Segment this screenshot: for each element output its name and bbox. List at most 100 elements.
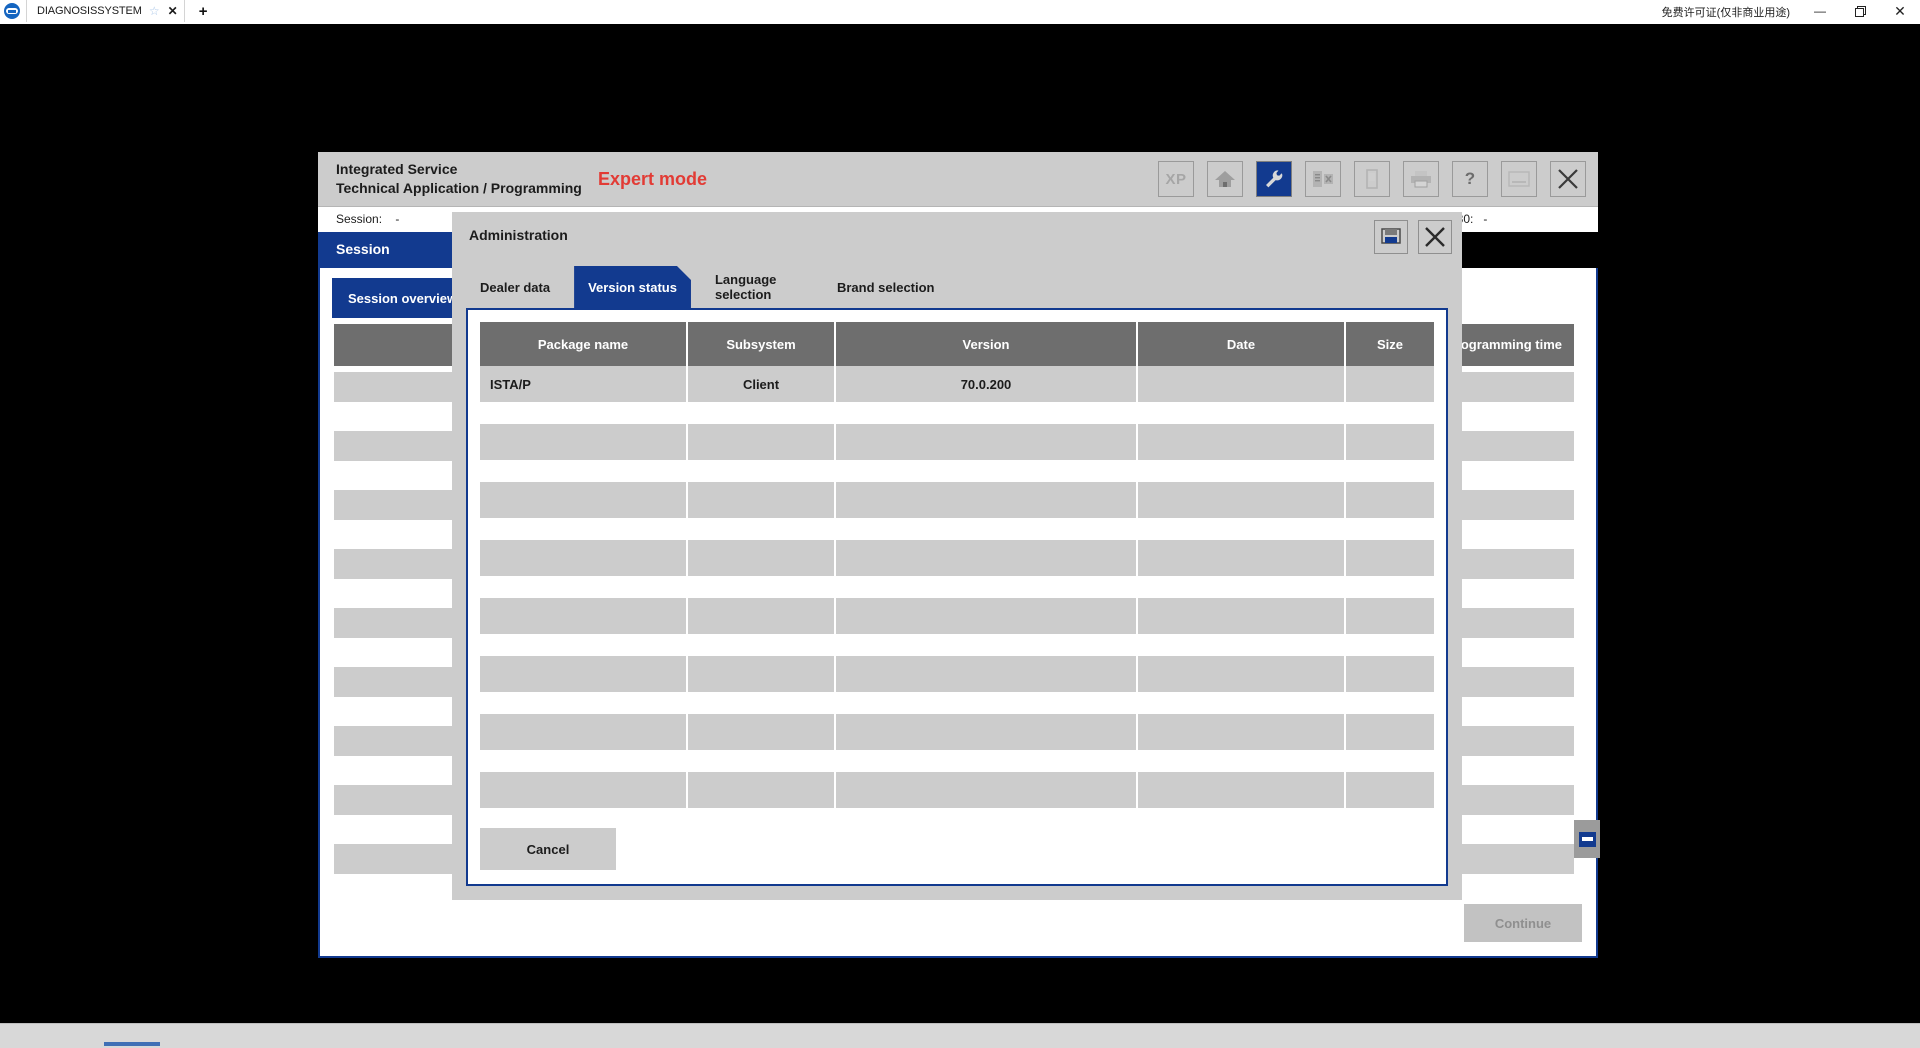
- cell-version: [836, 772, 1138, 808]
- application-title-block: Integrated Service Technical Application…: [336, 160, 582, 198]
- column-header-subsystem: Subsystem: [688, 322, 836, 366]
- settings-button[interactable]: [1256, 161, 1292, 197]
- cell-date: [1138, 540, 1346, 576]
- cell-date: [1138, 424, 1346, 460]
- tab-brand-selection[interactable]: Brand selection: [823, 266, 949, 310]
- cell-package-name: [480, 656, 688, 692]
- cell-version: [836, 482, 1138, 518]
- cell-package-name: [480, 424, 688, 460]
- table-row[interactable]: [480, 772, 1434, 808]
- close-icon[interactable]: ✕: [168, 5, 178, 17]
- cancel-button-label: Cancel: [527, 842, 570, 857]
- application-title-line2: Technical Application / Programming: [336, 179, 582, 198]
- cell-subsystem: [688, 598, 836, 634]
- taskbar-active-item[interactable]: [104, 1042, 160, 1046]
- cell-subsystem: [688, 424, 836, 460]
- table-row[interactable]: ISTA/P Client 70.0.200: [480, 366, 1434, 402]
- table-row[interactable]: [480, 714, 1434, 750]
- cell-date: [1138, 598, 1346, 634]
- table-row-gap: [480, 460, 1434, 482]
- tab-dealer-data[interactable]: Dealer data: [466, 266, 564, 310]
- tab-session-overview-label: Session overview: [348, 291, 457, 306]
- cell-date: [1138, 656, 1346, 692]
- device-button[interactable]: [1354, 161, 1390, 197]
- table-row[interactable]: [480, 540, 1434, 576]
- cell-subsystem: Client: [688, 366, 836, 402]
- document-close-button[interactable]: [1305, 161, 1341, 197]
- xp-label: XP: [1165, 171, 1186, 188]
- cell-size: [1346, 424, 1434, 460]
- browser-tab-label: DIAGNOSISSYSTEM: [37, 5, 142, 17]
- cell-subsystem: [688, 772, 836, 808]
- cell-date: [1138, 772, 1346, 808]
- continue-button-label: Continue: [1495, 916, 1551, 931]
- close-icon: [1424, 226, 1446, 248]
- table-row-gap: [480, 402, 1434, 424]
- continue-button[interactable]: Continue: [1464, 904, 1582, 942]
- session-field-label: Session:: [336, 212, 382, 226]
- browser-chrome: DIAGNOSISSYSTEM ☆ ✕ + 免费许可证(仅非商业用途) — ✕: [0, 0, 1920, 23]
- cell-package-name: [480, 598, 688, 634]
- cell-date: [1138, 366, 1346, 402]
- version-table-header: Package name Subsystem Version Date Size: [480, 322, 1434, 366]
- cell-subsystem: [688, 714, 836, 750]
- new-tab-button[interactable]: +: [193, 4, 214, 19]
- desktop-background: Integrated Service Technical Application…: [0, 24, 1920, 1024]
- cell-package-name: [480, 540, 688, 576]
- printer-icon: [1410, 170, 1432, 188]
- column-header-package-name: Package name: [480, 322, 688, 366]
- cell-size: [1346, 482, 1434, 518]
- cell-package-name: [480, 772, 688, 808]
- dialog-body: Package name Subsystem Version Date Size…: [466, 308, 1448, 886]
- browser-tab-strip: DIAGNOSISSYSTEM ☆ ✕ +: [26, 0, 213, 22]
- cell-size: [1346, 656, 1434, 692]
- column-header-version: Version: [836, 322, 1138, 366]
- window-maximize-button[interactable]: [1840, 0, 1880, 22]
- application-toolbar: XP: [1158, 161, 1586, 197]
- star-icon[interactable]: ☆: [149, 5, 160, 17]
- maximize-icon: [1855, 6, 1866, 17]
- table-row[interactable]: [480, 424, 1434, 460]
- browser-tab-diagnosissystem[interactable]: DIAGNOSISSYSTEM ☆ ✕: [26, 0, 185, 22]
- dialog-tabs: Dealer data Version status Language sele…: [466, 264, 949, 310]
- cell-date: [1138, 482, 1346, 518]
- tab-brand-selection-label: Brand selection: [837, 281, 935, 296]
- administration-dialog: Administration Dealer data: [452, 212, 1462, 900]
- close-window-button[interactable]: [1550, 161, 1586, 197]
- table-row[interactable]: [480, 482, 1434, 518]
- cell-package-name: ISTA/P: [480, 366, 688, 402]
- help-button[interactable]: ?: [1452, 161, 1488, 197]
- table-row-gap: [480, 750, 1434, 772]
- print-button[interactable]: [1403, 161, 1439, 197]
- home-icon: [1214, 169, 1236, 189]
- cell-version: [836, 424, 1138, 460]
- minimize-window-button[interactable]: [1501, 161, 1537, 197]
- window-minimize-button[interactable]: —: [1800, 0, 1840, 22]
- side-flyout-handle[interactable]: [1574, 820, 1600, 858]
- home-button[interactable]: [1207, 161, 1243, 197]
- table-row[interactable]: [480, 656, 1434, 692]
- flyout-icon: [1579, 832, 1596, 847]
- dialog-close-button[interactable]: [1418, 220, 1452, 254]
- session-field: Session: -: [336, 212, 399, 226]
- wrench-icon: [1263, 168, 1285, 190]
- table-row-gap: [480, 518, 1434, 540]
- section-title: Session: [336, 241, 390, 257]
- column-header-size: Size: [1346, 322, 1434, 366]
- cell-size: [1346, 772, 1434, 808]
- window-close-button[interactable]: ✕: [1880, 0, 1920, 22]
- save-icon: [1381, 228, 1401, 246]
- cell-subsystem: [688, 482, 836, 518]
- table-row-gap: [480, 692, 1434, 714]
- xp-button[interactable]: XP: [1158, 161, 1194, 197]
- cell-size: [1346, 366, 1434, 402]
- cell-size: [1346, 540, 1434, 576]
- terminal30-field-value: -: [1483, 212, 1487, 226]
- cell-subsystem: [688, 656, 836, 692]
- table-row[interactable]: [480, 598, 1434, 634]
- tab-language-selection[interactable]: Language selection: [701, 266, 813, 310]
- tab-version-status[interactable]: Version status: [574, 266, 691, 310]
- cancel-button[interactable]: Cancel: [480, 828, 616, 870]
- background-column-programming-time: Programming time: [1447, 337, 1562, 352]
- save-button[interactable]: [1374, 220, 1408, 254]
